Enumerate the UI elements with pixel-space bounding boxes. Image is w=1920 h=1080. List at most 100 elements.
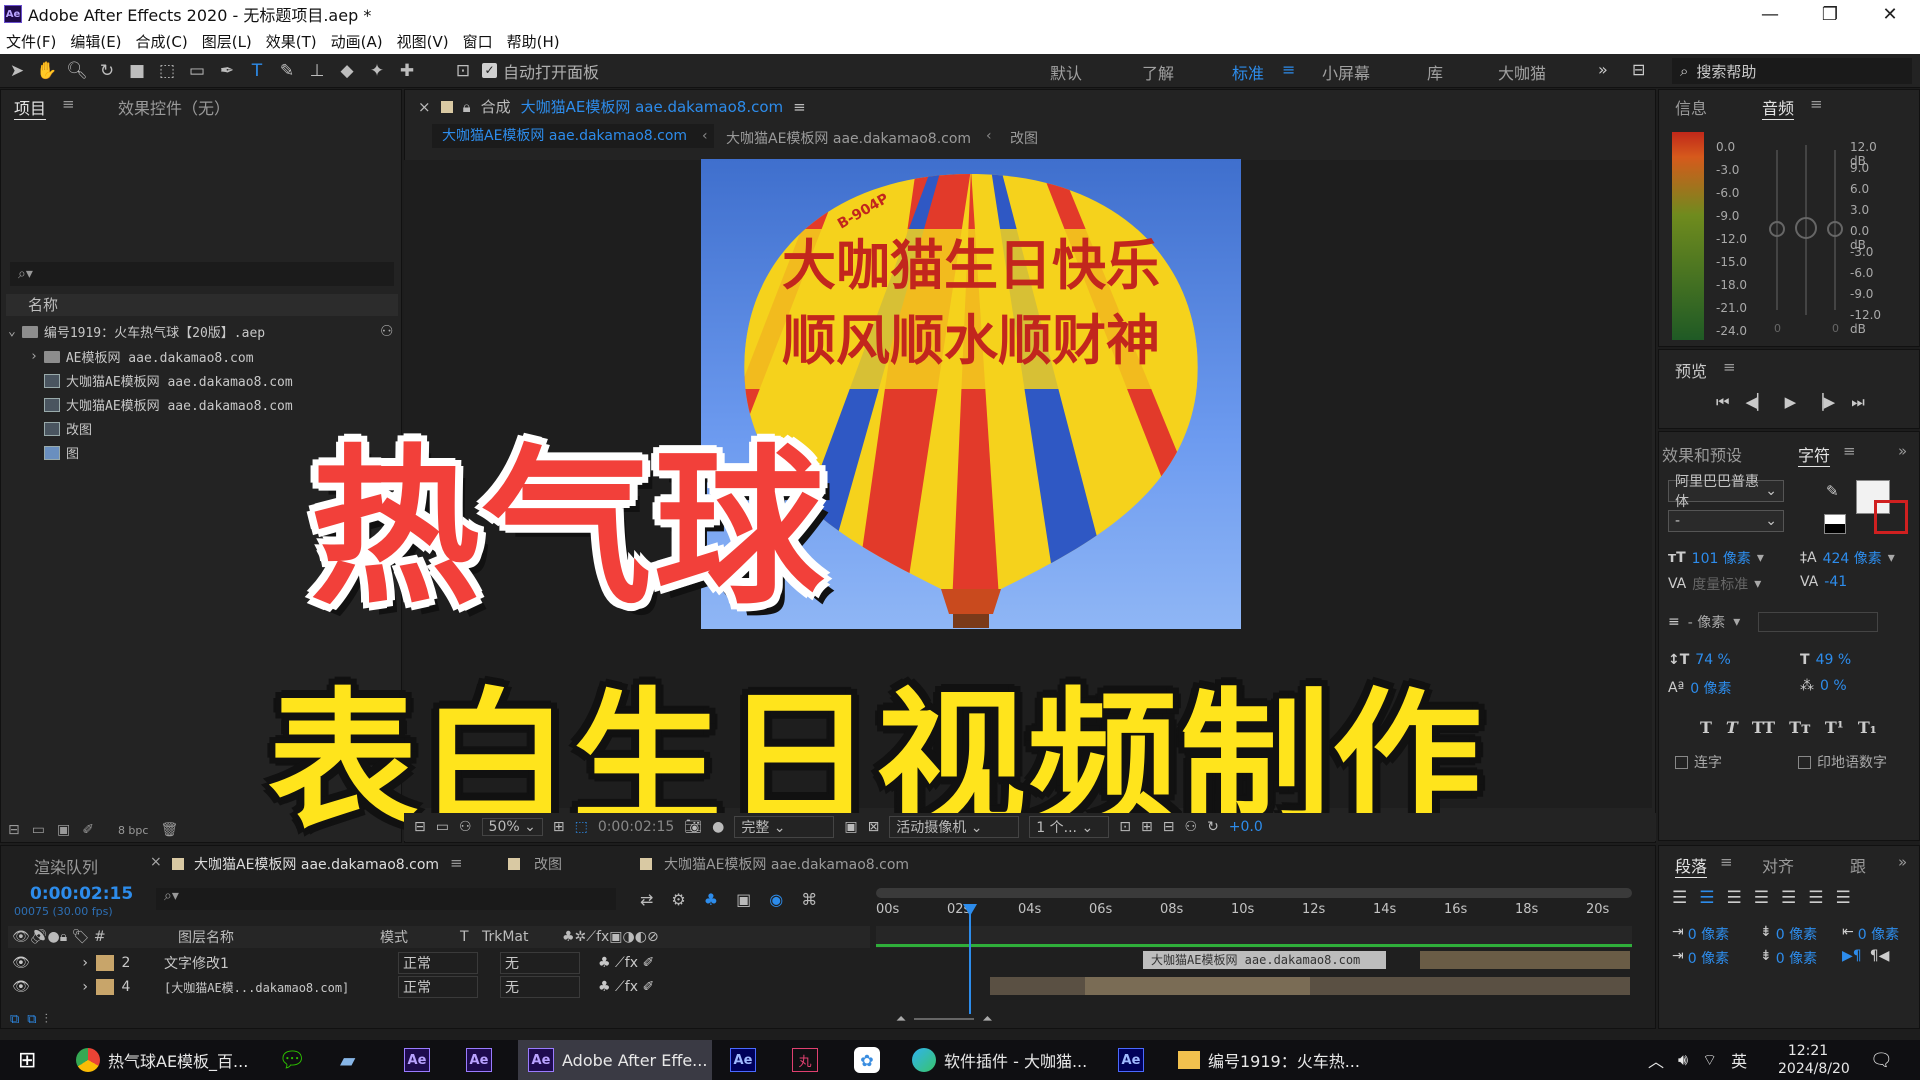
faux-italic-icon[interactable]: T xyxy=(1726,718,1738,737)
preview-title[interactable]: 预览 xyxy=(1675,358,1707,382)
draft-3d-icon[interactable]: ⚙ xyxy=(671,890,685,909)
motion-blur-icon[interactable]: ◉ xyxy=(769,890,783,909)
tab-timeline-comp[interactable]: 大咖猫AE模板网 aae.dakamao8.com xyxy=(194,854,439,874)
breadcrumb-active[interactable]: 大咖猫AE模板网 aae.dakamao8.com xyxy=(432,124,714,148)
breadcrumb-item[interactable]: 大咖猫AE模板网 aae.dakamao8.com xyxy=(726,128,971,148)
menu-animation[interactable]: 动画(A) xyxy=(331,31,383,52)
volume-icon[interactable]: 🔊︎ xyxy=(1678,1050,1688,1070)
taskbar-ae-3[interactable]: Ae xyxy=(730,1040,756,1080)
menu-help[interactable]: 帮助(H) xyxy=(507,31,560,52)
comp-tab-name[interactable]: 大咖猫AE模板网 aae.dakamao8.com xyxy=(521,96,784,117)
clock[interactable]: 12:21 2024/8/20 xyxy=(1778,1042,1850,1078)
tab-timeline-comp2[interactable]: 大咖猫AE模板网 aae.dakamao8.com xyxy=(664,854,909,874)
justify-right-icon[interactable]: ☰ xyxy=(1808,888,1823,908)
eyedropper-icon[interactable]: ✎ xyxy=(1826,482,1839,500)
close-button[interactable]: ✕ xyxy=(1860,0,1920,28)
project-comp-item[interactable]: 大咖猫AE模板网 aae.dakamao8.com xyxy=(44,395,293,414)
zoom-tool-icon[interactable]: 🔍︎ xyxy=(64,58,90,84)
font-family-select[interactable]: 阿里巴巴普惠体 ⌄ xyxy=(1668,474,1784,510)
type-tool-icon[interactable]: T xyxy=(244,58,270,84)
baseline-shift-value[interactable]: 0 像素 xyxy=(1690,678,1731,698)
comp-mini-flowchart-icon[interactable]: ⇄ xyxy=(640,890,653,909)
menu-view[interactable]: 视图(V) xyxy=(397,31,449,52)
stroke-width-value[interactable]: - 像素 xyxy=(1688,612,1726,632)
layer-mode-select[interactable]: 正常 xyxy=(398,976,478,998)
visibility-eye-icon[interactable]: 👁︎ xyxy=(8,955,38,971)
taskbar-ae-active[interactable]: Ae Adobe After Effe... xyxy=(518,1040,712,1080)
sync-settings-icon[interactable]: ⊟ xyxy=(1632,60,1645,79)
exposure-value[interactable]: +0.0 xyxy=(1229,819,1263,835)
snapping-icon[interactable]: ⊡ xyxy=(450,58,476,84)
breadcrumb-item[interactable]: 改图 xyxy=(1010,128,1038,148)
font-style-select[interactable]: - ⌄ xyxy=(1668,510,1784,532)
align-right-icon[interactable]: ☰ xyxy=(1727,888,1742,908)
justify-left-icon[interactable]: ☰ xyxy=(1754,888,1769,908)
ltr-direction-icon[interactable]: ▶¶ xyxy=(1842,948,1862,964)
layer-row[interactable]: 👁︎ › 2 文字修改1 正常 无 ♣ ⟋fx ✐ xyxy=(8,951,870,975)
grid-icon[interactable]: ⊠ xyxy=(868,819,880,835)
search-help-input[interactable]: 搜索帮助 xyxy=(1696,61,1756,82)
puppet-pin-tool-icon[interactable]: ✚ xyxy=(394,58,420,84)
menu-effect[interactable]: 效果(T) xyxy=(266,31,317,52)
menu-file[interactable]: 文件(F) xyxy=(6,31,56,52)
minimize-button[interactable]: — xyxy=(1740,0,1800,28)
zoom-select[interactable]: 50% ⌄ xyxy=(481,818,543,836)
workspace-libraries[interactable]: 库 xyxy=(1427,60,1443,84)
mode-header[interactable]: 模式 xyxy=(380,927,460,947)
tab-project[interactable]: 项目 xyxy=(14,95,46,119)
eraser-tool-icon[interactable]: ◆ xyxy=(334,58,360,84)
space-before-value[interactable]: 0 像素 xyxy=(1776,924,1817,944)
tab-timeline-gaitu[interactable]: 改图 xyxy=(534,854,562,874)
paragraph-overflow-icon[interactable]: » xyxy=(1898,853,1907,871)
first-frame-icon[interactable]: ⏮ xyxy=(1716,393,1730,411)
notification-icon[interactable]: 🗨︎ xyxy=(1870,1040,1893,1080)
leading-value[interactable]: 424 像素 xyxy=(1823,548,1882,568)
interpret-footage-icon[interactable]: ⊟ xyxy=(8,822,20,838)
taskbar-app-flower[interactable]: ✿ xyxy=(854,1040,880,1080)
project-search-input[interactable]: ⌕▾ xyxy=(10,262,394,286)
tab-audio[interactable]: 音频 xyxy=(1762,95,1794,119)
tab-align[interactable]: 对齐 xyxy=(1762,853,1794,877)
workspace-default[interactable]: 默认 xyxy=(1050,60,1082,84)
align-center-icon[interactable]: ☰ xyxy=(1699,888,1714,908)
black-white-swatch[interactable] xyxy=(1824,514,1846,534)
camera-tool-icon[interactable]: ■ xyxy=(124,58,150,84)
preview-menu-icon[interactable]: ≡ xyxy=(1723,358,1736,376)
layer-trkmat-select[interactable]: 无 xyxy=(500,976,580,998)
next-frame-icon[interactable]: ▕▶ xyxy=(1812,393,1835,411)
taskbar-ae-4[interactable]: Ae xyxy=(1118,1040,1144,1080)
layer-bar-highlight[interactable] xyxy=(1085,977,1310,995)
timeline-timecode[interactable]: 0:00:02:15 xyxy=(30,884,133,904)
toggle-switches-icon[interactable]: ⧉ xyxy=(10,1012,19,1027)
toggle-timing-icon[interactable]: ⫶ xyxy=(45,1012,48,1027)
font-size-value[interactable]: 101 像素 xyxy=(1692,548,1751,568)
layer-name[interactable]: [大咖猫AE模...dakamao8.com] xyxy=(138,979,398,996)
layer-label-swatch[interactable] xyxy=(96,955,114,971)
superscript-icon[interactable]: T¹ xyxy=(1825,718,1844,737)
workspace-menu-icon[interactable]: ≡ xyxy=(1282,60,1295,79)
work-area-bar[interactable] xyxy=(876,888,1632,898)
layer-bar[interactable] xyxy=(1420,951,1630,969)
layer-name[interactable]: 文字修改1 xyxy=(138,953,398,973)
close-timeline-tab-icon[interactable]: × xyxy=(150,854,162,870)
viewer-timecode[interactable]: 0:00:02:15 xyxy=(598,819,675,835)
fast-previews-icon[interactable]: ⊞ xyxy=(1141,819,1153,835)
prev-frame-icon[interactable]: ◀▏ xyxy=(1746,393,1769,411)
mask-visibility-icon[interactable]: ⚇ xyxy=(459,819,472,835)
selection-tool-icon[interactable]: ➤ xyxy=(4,58,30,84)
bit-depth-label[interactable]: 8 bpc xyxy=(118,824,149,837)
playhead[interactable] xyxy=(969,906,971,1014)
snapshot-icon[interactable]: 📷︎ xyxy=(684,819,702,835)
audio-slider-right-knob[interactable] xyxy=(1827,221,1843,237)
roto-brush-tool-icon[interactable]: ✦ xyxy=(364,58,390,84)
space-after-value[interactable]: 0 像素 xyxy=(1776,948,1817,968)
taskbar-app-red[interactable]: 丸 xyxy=(792,1040,818,1080)
taskbar-app[interactable]: ▰ xyxy=(340,1040,355,1080)
workspace-dakamao[interactable]: 大咖猫 xyxy=(1498,60,1546,84)
pen-tool-icon[interactable]: ✒ xyxy=(214,58,240,84)
comp-panel-menu-icon[interactable]: ≡ xyxy=(793,98,806,116)
shy-layers-icon[interactable]: ♣ xyxy=(704,890,718,909)
indent-first-value[interactable]: 0 像素 xyxy=(1858,924,1899,944)
graph-editor-icon[interactable]: ⌘ xyxy=(801,890,817,909)
tsume-value[interactable]: 0 % xyxy=(1820,678,1847,694)
